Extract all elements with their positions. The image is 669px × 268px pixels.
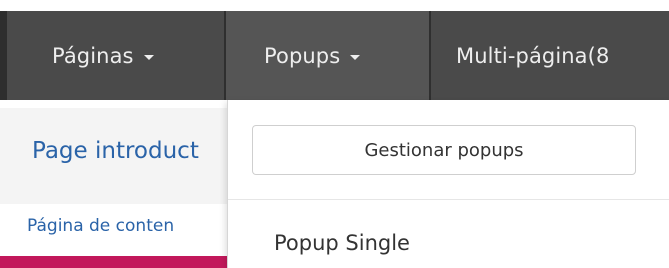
caret-down-icon xyxy=(350,54,361,60)
caret-down-icon xyxy=(143,54,154,60)
content-page-link[interactable]: Página de conten xyxy=(27,216,174,236)
page: Páginas Popups Multi-página(8 Page intro… xyxy=(0,0,669,268)
nav-item-popups[interactable]: Popups xyxy=(226,11,429,100)
nav-item-multi-pagina[interactable]: Multi-página(8 xyxy=(431,11,669,100)
manage-popups-button[interactable]: Gestionar popups xyxy=(252,125,636,175)
navbar: Páginas Popups Multi-página(8 xyxy=(0,11,669,100)
page-title: Page introduct xyxy=(32,138,199,164)
top-strip xyxy=(0,0,669,11)
menu-divider xyxy=(228,199,669,200)
navbar-edge xyxy=(0,11,7,100)
menu-item-popup-single[interactable]: Popup Single xyxy=(274,231,410,255)
popups-dropdown-menu: Gestionar popups Popup Single xyxy=(227,100,669,268)
nav-item-label: Popups xyxy=(264,43,341,68)
nav-item-label: Páginas xyxy=(52,43,134,68)
nav-item-paginas[interactable]: Páginas xyxy=(7,11,224,100)
nav-item-label: Multi-página(8 xyxy=(456,43,610,68)
